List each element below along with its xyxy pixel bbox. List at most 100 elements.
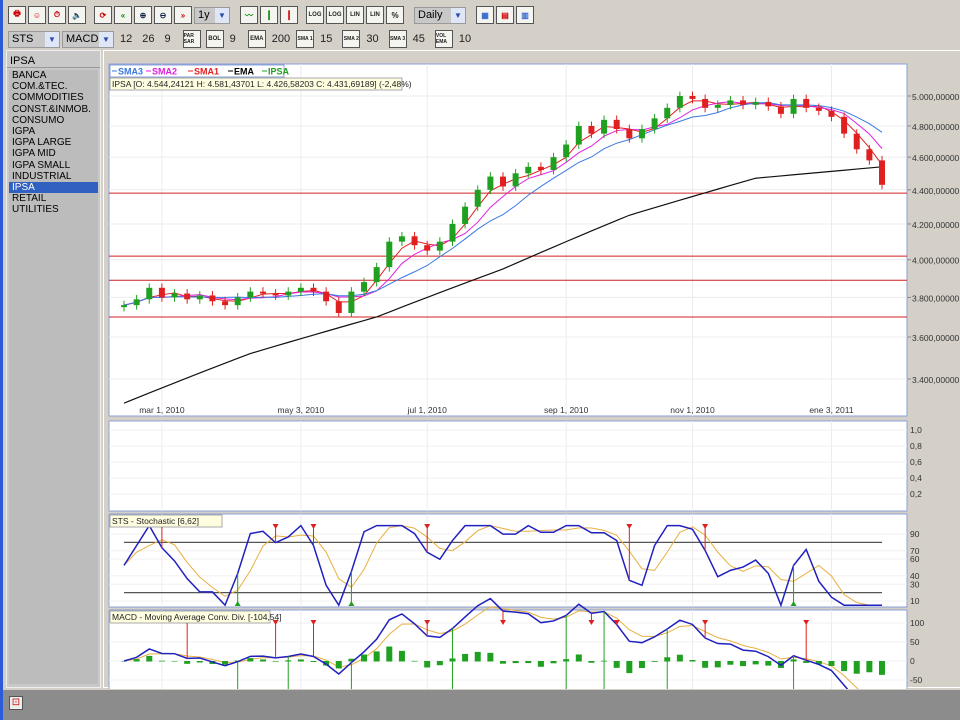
lin-off-button[interactable]: LIN	[366, 6, 384, 24]
candle-body	[398, 236, 405, 242]
refresh-button[interactable]: ⟳	[94, 6, 112, 24]
vol-ema-period[interactable]: 10	[459, 33, 471, 45]
candle-body	[184, 293, 191, 300]
chart-settings-button[interactable]: ▤	[496, 6, 514, 24]
macd-signal[interactable]: 9	[165, 33, 171, 45]
user-button[interactable]: ☺	[28, 6, 46, 24]
back-button[interactable]: «	[114, 6, 132, 24]
macd-fast[interactable]: 12	[120, 33, 132, 45]
macd-histogram-bar	[133, 659, 140, 662]
macd-histogram-bar	[588, 661, 595, 663]
macd-histogram-bar	[752, 661, 759, 665]
sidebar-item[interactable]: IGPA MID	[9, 148, 98, 159]
ema-button[interactable]: EMA	[247, 30, 266, 48]
chart-svg[interactable]: 5.000,00000 4.800,00000 4.600,00000 4.400,0…	[104, 51, 960, 720]
macd-histogram-bar	[297, 659, 304, 662]
price-axis-label: 3.600,00000	[912, 333, 960, 343]
macd-slow[interactable]: 26	[142, 33, 154, 45]
candle-body	[563, 144, 570, 158]
sma1-period[interactable]: 15	[320, 33, 332, 45]
stoch-axis-label: 90	[910, 529, 920, 539]
macd-histogram-bar	[259, 659, 266, 662]
app-window: 🖶 ☺ ⏱ 🔈 ⟳ « ⊕ ⊖ » 1y ▼ 〰 ┃ ┃ LOG LOG LIN …	[0, 0, 960, 720]
sma2-button[interactable]: SMA 2	[342, 30, 361, 48]
sidebar-item[interactable]: IGPA SMALL	[9, 160, 98, 171]
parsar-button[interactable]: PAR SAR	[182, 30, 201, 48]
sidebar-item[interactable]: IGPA	[9, 126, 98, 137]
percent-button[interactable]: %	[386, 6, 404, 24]
chevron-down-icon: ▼	[451, 7, 465, 23]
layout-button[interactable]: ▥	[516, 6, 534, 24]
sidebar-item[interactable]: INDUSTRIAL	[9, 171, 98, 182]
candle-body	[133, 299, 140, 306]
macd-histogram-bar	[158, 660, 165, 662]
candle-body	[121, 305, 127, 308]
sidebar-item[interactable]: BANCA	[9, 70, 98, 81]
candle-body	[777, 106, 784, 114]
ema-period[interactable]: 200	[272, 33, 290, 45]
macd-histogram-bar	[398, 650, 405, 662]
sidebar-item[interactable]: IGPA LARGE	[9, 137, 98, 148]
bol-period[interactable]: 9	[230, 33, 236, 45]
period-value: 1y	[198, 9, 210, 21]
bar-chart-button[interactable]: ┃	[260, 6, 278, 24]
indicator2-select[interactable]: MACD ▼	[62, 30, 114, 48]
sidebar-item[interactable]: RETAIL	[9, 193, 98, 204]
interval-select[interactable]: Daily ▼	[414, 6, 466, 24]
candle-chart-button[interactable]: ┃	[280, 6, 298, 24]
sound-button[interactable]: 🔈	[68, 6, 86, 24]
zoom-out-button[interactable]: ⊖	[154, 6, 172, 24]
period-select[interactable]: 1y ▼	[194, 6, 230, 24]
sidebar-item[interactable]: COMMODITIES	[9, 92, 98, 103]
macd-axis-label: 50	[910, 637, 920, 647]
legend-item: EMA	[234, 67, 255, 77]
log-off-button[interactable]: LOG	[326, 6, 344, 24]
candle-body	[525, 166, 532, 174]
price-axis-label: 4.400,00000	[912, 186, 960, 196]
line-chart-button[interactable]: 〰	[240, 6, 258, 24]
candle-body	[588, 125, 595, 134]
date-axis-label: sep 1, 2010	[544, 405, 589, 415]
candle-body	[601, 119, 608, 134]
candle-body	[335, 301, 342, 313]
candle-body	[171, 293, 178, 298]
macd-histogram-bar	[702, 661, 709, 668]
macd-axis-label: 100	[910, 618, 924, 628]
ohlc-label: IPSA [O: 4.544,24121 H: 4.581,43701 L: 4…	[112, 79, 412, 89]
zoom-in-button[interactable]: ⊕	[134, 6, 152, 24]
toolbar-row-1: 🖶 ☺ ⏱ 🔈 ⟳ « ⊕ ⊖ » 1y ▼ 〰 ┃ ┃ LOG LOG LIN …	[8, 6, 534, 24]
candle-body	[550, 157, 557, 171]
forward-button[interactable]: »	[174, 6, 192, 24]
candle-body	[234, 297, 241, 306]
candle-body	[348, 291, 355, 313]
sma1-button[interactable]: SMA 1	[296, 30, 315, 48]
indicator1-select[interactable]: STS ▼	[8, 30, 60, 48]
sidebar: IPSA BANCA COM.&TEC. COMMODITIES CONST.&INM…	[6, 50, 101, 688]
sidebar-item[interactable]: IPSA	[9, 181, 98, 194]
sidebar-item[interactable]: COM.&TEC.	[9, 81, 98, 92]
sma2-period[interactable]: 30	[366, 33, 378, 45]
date-axis-label: ene 3, 2011	[809, 405, 854, 415]
log-button[interactable]: LOG	[306, 6, 324, 24]
restore-icon[interactable]: ⊡	[9, 696, 23, 710]
sma3-button[interactable]: SMA 3	[388, 30, 407, 48]
colors-button[interactable]: ▦	[476, 6, 494, 24]
macd-histogram-bar	[841, 661, 848, 672]
macd-histogram-bar	[474, 651, 481, 662]
candle-body	[828, 110, 835, 117]
bol-button[interactable]: BOL	[205, 30, 224, 48]
sidebar-item[interactable]: UTILITIES	[9, 204, 98, 215]
macd-histogram-bar	[462, 653, 469, 662]
lin-button[interactable]: LIN	[346, 6, 364, 24]
sma3-period[interactable]: 45	[413, 33, 425, 45]
macd-histogram-bar	[676, 654, 683, 662]
candle-body	[373, 267, 380, 283]
vol-ema-button[interactable]: VOL EMA	[434, 30, 453, 48]
legend-item: SMA3	[118, 67, 143, 77]
timer-button[interactable]: ⏱	[48, 6, 66, 24]
candle-body	[272, 293, 279, 296]
print-button[interactable]: 🖶	[8, 6, 26, 24]
sidebar-item[interactable]: CONSUMO	[9, 115, 98, 126]
macd-histogram-bar	[424, 661, 431, 668]
sidebar-item[interactable]: CONST.&INMOB.	[9, 104, 98, 115]
